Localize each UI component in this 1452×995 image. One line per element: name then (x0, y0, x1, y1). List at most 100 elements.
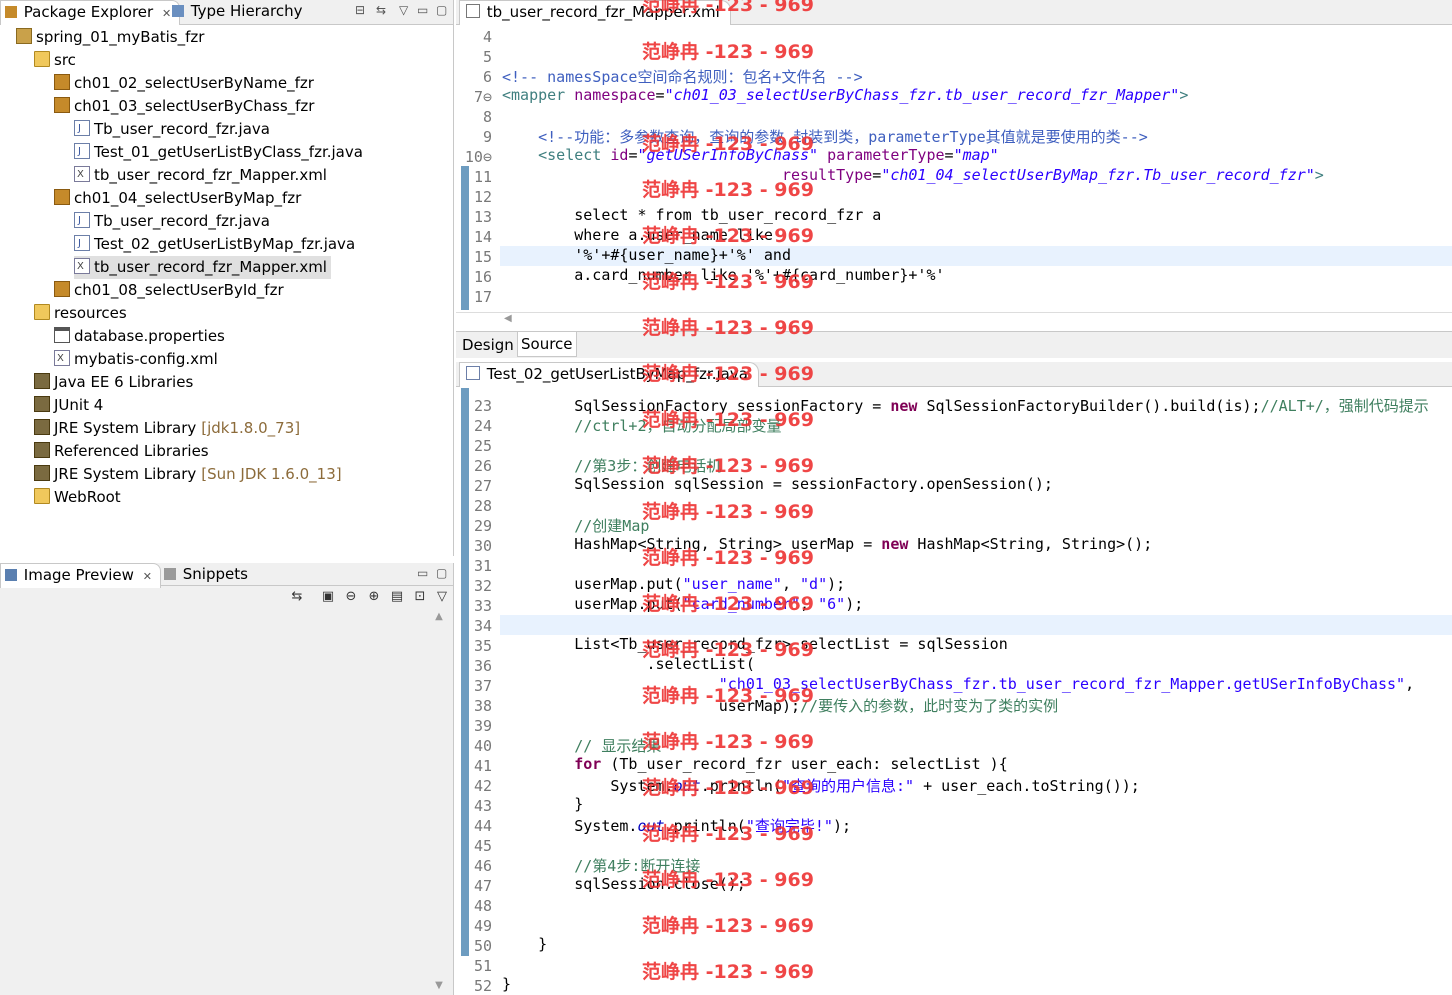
tree-item-suffix: [jdk1.8.0_73] (201, 419, 301, 437)
code-line[interactable]: } (502, 975, 511, 993)
code-line[interactable]: } (502, 935, 547, 953)
watermark-text: 范峥冉 -123 - 969 (642, 455, 814, 477)
tree-item-label: Tb_user_record_fzr.java (94, 212, 270, 230)
tree-item[interactable]: ch01_04_selectUserByMap_fzr (54, 187, 301, 210)
source-folder-icon (34, 304, 50, 320)
tree-item[interactable]: JUnit 4 (34, 394, 103, 417)
tree-item[interactable]: Referenced Libraries (34, 440, 209, 463)
fit-window-icon[interactable]: ⊡ (412, 589, 428, 605)
collapse-all-icon[interactable]: ⊟ (355, 3, 365, 17)
minimize-icon[interactable]: ▭ (417, 3, 428, 17)
horizontal-scrollbar[interactable]: ◀ (456, 312, 1452, 331)
tree-item[interactable]: WebRoot (34, 486, 121, 509)
tree-item-label: ch01_03_selectUserByChass_fzr (74, 97, 315, 115)
snippets-icon (164, 568, 176, 580)
code-line[interactable]: <!-- namesSpace空间命名规则：包名+文件名 --> (502, 66, 863, 87)
xml-file-icon (74, 255, 90, 278)
code-line[interactable]: HashMap<String, String> userMap = new Ha… (502, 535, 1152, 553)
code-line[interactable]: //创建Map (502, 515, 649, 536)
tab-package-explorer-label: Package Explorer (23, 3, 154, 21)
tab-image-preview[interactable]: Image Preview ✕ (0, 563, 161, 588)
tree-item-label: spring_01_myBatis_fzr (36, 28, 205, 46)
view-menu-icon[interactable]: ▽ (434, 589, 450, 605)
code-line[interactable]: resultType="ch01_04_selectUserByMap_fzr.… (502, 166, 1324, 184)
tree-item-label: WebRoot (54, 488, 121, 506)
code-line[interactable]: System.out.println("查询的用户信息:" + user_eac… (502, 775, 1139, 796)
code-line[interactable]: '%'+#{user_name}+'%' and (502, 246, 791, 264)
actual-size-icon[interactable]: ▤ (389, 589, 405, 605)
zoom-out-icon[interactable]: ⊖ (343, 589, 359, 605)
watermark-text: 范峥冉 -123 - 969 (642, 547, 814, 569)
tree-item[interactable]: tb_user_record_fzr_Mapper.xml (74, 255, 331, 279)
tree-item-label: JRE System Library (54, 465, 197, 483)
tree-item[interactable]: ch01_03_selectUserByChass_fzr (54, 95, 314, 118)
tab-design[interactable]: Design (460, 333, 516, 357)
maximize-icon[interactable]: ▢ (436, 3, 447, 17)
package-icon (54, 281, 70, 297)
tree-item-label: JRE System Library (54, 419, 197, 437)
vertical-scrollbar[interactable]: ▲ ▼ (432, 611, 446, 995)
watermark-text: 范峥冉 -123 - 969 (642, 179, 814, 201)
image-preview-toolbar (0, 589, 453, 611)
tree-item[interactable]: ch01_08_selectUserById_fzr (54, 279, 284, 302)
watermark-text: 范峥冉 -123 - 969 (642, 777, 814, 799)
tree-item[interactable]: Java EE 6 Libraries (34, 371, 193, 394)
tree-item-label: JUnit 4 (54, 396, 104, 414)
package-explorer-tabbar: Package Explorer ✕ Type Hierarchy ⊟ ⇆ ▽ … (0, 0, 453, 25)
tree-item-label: tb_user_record_fzr_Mapper.xml (94, 166, 327, 184)
tree-item[interactable]: spring_01_myBatis_fzr (16, 26, 204, 49)
watermark-text: 范峥冉 -123 - 969 (642, 133, 814, 155)
tab-package-explorer[interactable]: Package Explorer ✕ (0, 0, 181, 25)
tree-item[interactable]: JRE System Library [Sun JDK 1.6.0_13] (34, 463, 342, 486)
project-icon (16, 28, 32, 44)
java-file-icon (74, 117, 90, 140)
watermark-text: 范峥冉 -123 - 969 (642, 501, 814, 523)
minimize-icon[interactable]: ▭ (417, 566, 428, 580)
maximize-icon[interactable]: ▢ (436, 566, 447, 580)
library-icon (34, 465, 50, 481)
close-icon[interactable]: ✕ (143, 570, 152, 583)
tree-item-label: mybatis-config.xml (74, 350, 218, 368)
tree-item[interactable]: JRE System Library [jdk1.8.0_73] (34, 417, 300, 440)
tab-source[interactable]: Source (517, 332, 577, 357)
code-line[interactable]: <!--功能：多参数查询，查询的参数 封装到类，parameterType其值就… (502, 126, 1148, 147)
xml-file-icon (54, 347, 70, 370)
hierarchy-icon (172, 5, 184, 17)
package-explorer-icon (5, 6, 17, 18)
code-line[interactable]: <mapper namespace="ch01_03_selectUserByC… (502, 86, 1188, 104)
tree-item[interactable]: Tb_user_record_fzr.java (74, 209, 270, 233)
image-fit-icon[interactable]: ▣ (320, 589, 336, 605)
code-line[interactable]: // 显示结果 (502, 735, 661, 756)
tab-snippets-label: Snippets (182, 565, 248, 583)
tree-item-label: ch01_04_selectUserByMap_fzr (74, 189, 302, 207)
tab-type-hierarchy[interactable]: Type Hierarchy (168, 0, 311, 24)
code-line[interactable]: } (502, 795, 583, 813)
tree-item[interactable]: ch01_02_selectUserByName_fzr (54, 72, 314, 95)
tab-image-preview-label: Image Preview (23, 566, 134, 584)
view-menu-icon[interactable]: ▽ (399, 3, 408, 17)
watermark-text: 范峥冉 -123 - 969 (642, 593, 814, 615)
link-with-editor-icon[interactable]: ⇆ (376, 3, 386, 17)
zoom-in-icon[interactable]: ⊕ (366, 589, 382, 605)
sync-icon[interactable]: ⇆ (289, 589, 305, 605)
watermark-text: 范峥冉 -123 - 969 (642, 639, 814, 661)
tree-item-label: database.properties (74, 327, 225, 345)
tab-snippets[interactable]: Snippets (160, 563, 256, 587)
tree-item[interactable]: resources (34, 302, 127, 325)
tree-item-label: src (54, 51, 76, 69)
watermark-text: 范峥冉 -123 - 969 (642, 915, 814, 937)
code-line[interactable]: "ch01_03_selectUserByChass_fzr.tb_user_r… (502, 675, 1414, 693)
tree-item[interactable]: Tb_user_record_fzr.java (74, 117, 270, 141)
properties-file-icon (54, 327, 70, 343)
watermark-text: 范峥冉 -123 - 969 (642, 731, 814, 753)
code-line[interactable]: for (Tb_user_record_fzr user_each: selec… (502, 755, 1007, 773)
tree-item[interactable]: mybatis-config.xml (54, 347, 218, 371)
tree-item[interactable]: database.properties (54, 325, 225, 348)
tree-item[interactable]: Test_02_getUserListByMap_fzr.java (74, 232, 355, 256)
folder-icon (34, 488, 50, 504)
tree-item[interactable]: Test_01_getUserListByClass_fzr.java (74, 140, 363, 164)
tree-item[interactable]: tb_user_record_fzr_Mapper.xml (74, 163, 327, 187)
watermark-text: 范峥冉 -123 - 969 (642, 409, 814, 431)
watermark-text: 范峥冉 -123 - 969 (642, 685, 814, 707)
tree-item[interactable]: src (34, 49, 76, 72)
